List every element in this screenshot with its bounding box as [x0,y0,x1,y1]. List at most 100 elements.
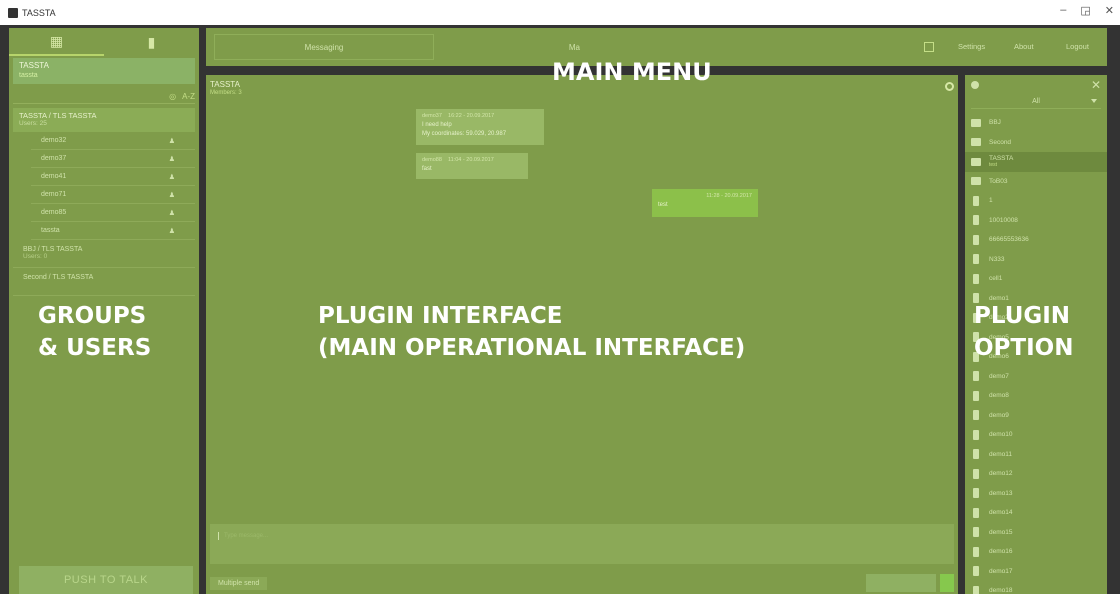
option-item-label: demo14 [989,509,1013,516]
option-item-label: Second [989,139,1011,146]
sort-filter[interactable]: ◎ A-Z [13,90,195,104]
device-icon: ▮ [147,33,156,50]
minimize-icon[interactable]: – [1060,4,1066,17]
groups-icon: ▦ [49,32,64,49]
option-list-item[interactable]: ToB03 [965,172,1107,192]
menu-settings[interactable]: Settings [958,42,985,51]
option-list-item[interactable]: demo13 [965,484,1107,504]
option-list-item[interactable]: Second [965,133,1107,153]
device-icon [973,546,979,557]
tab-messaging[interactable]: Messaging [214,34,434,60]
option-list-item[interactable]: TASSTA test [965,152,1107,172]
user-item[interactable]: demo71 ♟ [31,186,195,204]
option-item-name: ToB03 [989,177,1008,185]
external-link-icon[interactable] [924,42,934,52]
group-sub: Users: 0 [23,253,48,260]
option-list-item[interactable]: 10010008 [965,211,1107,231]
option-item-name: demo9 [989,411,1009,419]
group-item[interactable]: TASSTA / TLS TASSTA Users: 25 [13,108,195,132]
option-item-name: demo18 [989,587,1013,594]
group-item[interactable]: Second / TLS TASSTA [13,270,195,296]
option-item-label: demo8 [989,392,1009,399]
option-list-item[interactable]: BBJ [965,113,1107,133]
group-icon [971,138,981,147]
message-text: I need help My coordinates: 59.029, 20.9… [422,122,507,137]
user-status-icon: ♟ [168,191,175,199]
filter-value: All [1032,98,1040,105]
search-icon[interactable] [945,82,954,91]
user-item[interactable]: demo41 ♟ [31,168,195,186]
menu-about[interactable]: About [1014,42,1034,51]
user-name: demo32 [41,137,67,144]
option-list-item[interactable]: demo9 [965,406,1107,426]
option-list-item[interactable]: N333 [965,250,1107,270]
option-list-item[interactable]: demo18 [965,581,1107,594]
user-item[interactable]: demo32 ♟ [31,132,195,150]
group-name: TASSTA / TLS TASSTA [19,111,97,120]
device-icon [973,585,979,594]
tab-groups[interactable]: ▦ [9,28,104,56]
option-list-item[interactable]: demo8 [965,386,1107,406]
message-sender: demo88 [422,157,442,163]
option-item-label: TASSTA test [989,155,1013,168]
option-item-sub: test [989,162,998,169]
option-list-item[interactable]: 1 [965,191,1107,211]
tab-second[interactable]: Ma [438,34,588,60]
current-user-box[interactable]: TASSTA tassta [13,58,195,84]
multiple-send-button[interactable]: Multiple send [210,576,268,590]
option-item-name: demo8 [989,392,1009,400]
option-item-label: cell1 [989,275,1002,282]
plugin-option-label-line1: PLUGIN [974,303,1071,329]
user-item[interactable]: demo37 ♟ [31,150,195,168]
person-icon [971,81,979,89]
message-bubble-own: 11:28 - 20.09.2017 test [652,189,758,217]
groups-users-label-line2: & USERS [38,335,152,361]
close-icon[interactable]: ✕ [1091,78,1101,92]
tab-devices[interactable]: ▮ [104,28,199,56]
sort-label[interactable]: A-Z [182,92,195,101]
send-icon[interactable] [940,574,954,592]
menu-logout[interactable]: Logout [1066,42,1089,51]
send-button[interactable] [866,574,936,592]
device-icon [973,215,979,226]
option-item-name: BBJ [989,119,1001,127]
device-icon [973,468,979,479]
option-list-item[interactable]: demo11 [965,445,1107,465]
group-name: BBJ / TLS TASSTA [23,246,83,253]
option-list-item[interactable]: demo10 [965,425,1107,445]
eye-icon[interactable]: ◎ [169,92,176,101]
option-list-item[interactable]: demo17 [965,562,1107,582]
message-input[interactable]: Type message... [210,524,954,564]
option-item-name: demo14 [989,509,1013,517]
option-list-item[interactable]: demo15 [965,523,1107,543]
option-list-item[interactable]: demo14 [965,503,1107,523]
user-item[interactable]: tassta ♟ [31,222,195,240]
option-item-name: 66665553636 [989,236,1029,244]
user-item[interactable]: demo85 ♟ [31,204,195,222]
option-list-item[interactable]: cell1 [965,269,1107,289]
option-item-name: demo13 [989,489,1013,497]
group-name: Second / TLS TASSTA [23,274,94,281]
device-icon [973,234,979,245]
group-item[interactable]: BBJ / TLS TASSTA Users: 0 [13,242,195,268]
push-to-talk-button[interactable]: PUSH TO TALK [19,566,193,594]
option-list-item[interactable]: demo7 [965,367,1107,387]
current-user-sub: tassta [19,72,38,79]
option-list-item[interactable]: demo16 [965,542,1107,562]
device-icon [973,507,979,518]
user-name: demo37 [41,155,67,162]
close-icon[interactable]: ✕ [1105,4,1114,17]
filter-select[interactable]: All [971,95,1101,109]
plugin-option-label-line2: OPTION [974,335,1074,361]
device-icon [973,429,979,440]
option-list-item[interactable]: 66665553636 [965,230,1107,250]
restore-icon[interactable]: ◲ [1080,4,1090,17]
option-list-item[interactable]: demo12 [965,464,1107,484]
groups-users-label: GROUPS & USERS [38,300,188,364]
option-item-name: demo11 [989,450,1013,458]
group-icon [971,177,981,186]
option-item-label: demo12 [989,470,1013,477]
device-icon [973,566,979,577]
chat-header: TASSTA Members: 3 [210,81,242,97]
device-icon [973,371,979,382]
